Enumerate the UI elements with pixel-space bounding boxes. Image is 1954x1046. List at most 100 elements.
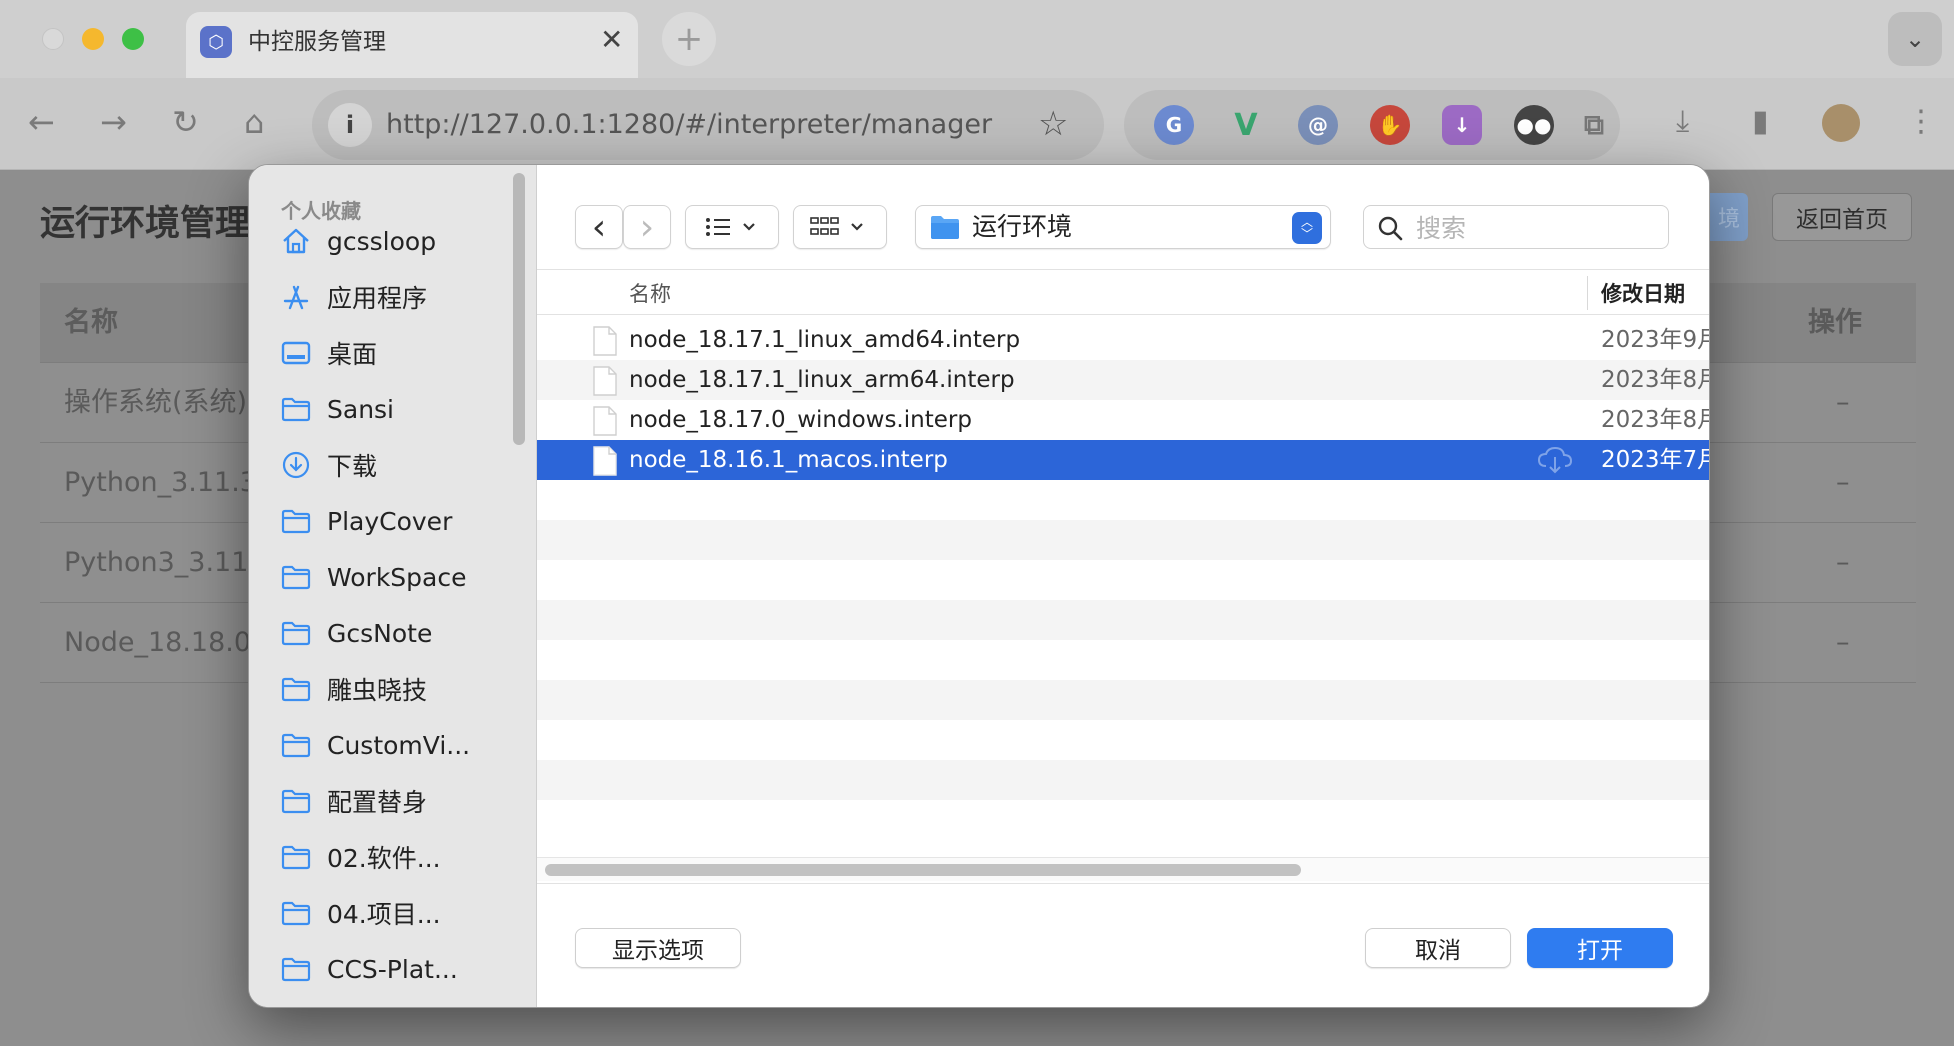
sidebar-item-software[interactable]: 02.软件... xyxy=(279,835,519,879)
folder-icon xyxy=(279,728,313,762)
row-action: – xyxy=(1836,547,1850,578)
dialog-forward-button[interactable]: › xyxy=(623,205,671,249)
row-name: Python3_3.11.3 xyxy=(64,547,275,578)
document-icon xyxy=(593,326,617,356)
horizontal-scrollbar[interactable] xyxy=(537,857,1709,881)
tab-close-icon[interactable]: ✕ xyxy=(600,22,623,58)
group-view-button[interactable] xyxy=(793,205,887,249)
empty-row xyxy=(537,520,1709,560)
file-date: 2023年9月 xyxy=(1601,327,1710,353)
sidebar-item-sansi[interactable]: Sansi xyxy=(279,387,519,431)
column-date-header[interactable]: 修改日期 xyxy=(1601,278,1685,308)
browser-toolbar: ← → ↻ ⌂ i http://127.0.0.1:1280/#/interp… xyxy=(0,78,1954,170)
sidebar-item-config[interactable]: 配置替身 xyxy=(279,779,519,823)
file-list: node_18.17.1_linux_amd64.interp 2023年9月 … xyxy=(537,320,1710,840)
sidebar-item-gcsnote[interactable]: GcsNote xyxy=(279,611,519,655)
desktop-icon xyxy=(279,336,313,370)
empty-row xyxy=(537,680,1709,720)
tampermonkey-icon[interactable]: ●● xyxy=(1514,105,1554,145)
browser-tab-bar: ⬡ 中控服务管理 ✕ + ⌄ xyxy=(0,0,1954,78)
sidebar-item-label: 桌面 xyxy=(327,340,378,369)
download-extension-icon[interactable]: ↓ xyxy=(1442,105,1482,145)
window-close-button[interactable] xyxy=(42,28,64,50)
translate-extension-icon[interactable]: G xyxy=(1154,105,1194,145)
window-maximize-button[interactable] xyxy=(122,28,144,50)
search-input[interactable] xyxy=(1416,212,1656,244)
sidebar-item-applications[interactable]: 应用程序 xyxy=(279,275,519,319)
sidebar-item-projects[interactable]: 04.项目... xyxy=(279,891,519,935)
column-name-header: 名称 xyxy=(64,307,118,338)
browser-tab[interactable]: ⬡ 中控服务管理 ✕ xyxy=(186,12,638,78)
document-icon xyxy=(593,366,617,396)
vue-devtools-icon[interactable]: V xyxy=(1226,105,1266,145)
forward-arrow-icon[interactable]: → xyxy=(100,102,127,142)
sidebar-item-label: 下载 xyxy=(327,452,378,481)
list-view-button[interactable] xyxy=(685,205,779,249)
document-icon xyxy=(593,446,617,476)
back-home-button[interactable]: 返回首页 xyxy=(1772,193,1912,241)
sidebar-item-label: 02.软件... xyxy=(327,844,441,873)
show-options-button[interactable]: 显示选项 xyxy=(575,928,741,968)
back-arrow-icon[interactable]: ← xyxy=(28,102,55,142)
grid-view-icon xyxy=(810,217,863,235)
home-icon[interactable]: ⌂ xyxy=(244,102,264,142)
sidebar-item-label: GcsNote xyxy=(327,618,433,648)
tab-search-button[interactable]: ⌄ xyxy=(1888,12,1942,66)
bookmark-star-icon[interactable]: ☆ xyxy=(1038,104,1068,144)
row-action: – xyxy=(1836,387,1850,418)
folder-icon xyxy=(279,504,313,538)
downloads-icon[interactable]: ⤓ xyxy=(1676,102,1689,142)
profile-avatar[interactable] xyxy=(1822,104,1860,142)
sidebar-item-diaochong[interactable]: 雕虫晓技 xyxy=(279,667,519,711)
file-row-selected[interactable]: node_18.16.1_macos.interp 2023年7月 xyxy=(537,440,1710,480)
file-open-dialog: 个人收藏 gcssloop 应用程序 桌面 Sansi 下载 PlayCover… xyxy=(248,164,1710,1008)
file-name: node_18.17.1_linux_arm64.interp xyxy=(629,367,1015,393)
new-tab-button[interactable]: + xyxy=(662,12,716,66)
file-row[interactable]: node_18.17.1_linux_amd64.interp 2023年9月 xyxy=(537,320,1710,360)
file-row[interactable]: node_18.17.1_linux_arm64.interp 2023年8月 xyxy=(537,360,1709,400)
sidebar-item-label: CustomVi... xyxy=(327,730,471,760)
reload-icon[interactable]: ↻ xyxy=(172,102,199,142)
cloud-download-icon[interactable] xyxy=(1537,446,1573,474)
folder-icon xyxy=(279,672,313,706)
location-stepper-icon[interactable]: ︿ ﹀ xyxy=(1292,212,1322,244)
tab-favicon-icon: ⬡ xyxy=(200,26,232,58)
empty-row xyxy=(537,720,1709,760)
applications-icon xyxy=(279,280,313,314)
tab-title: 中控服务管理 xyxy=(248,29,386,55)
sidebar-item-workspace[interactable]: WorkSpace xyxy=(279,555,519,599)
address-bar[interactable]: i http://127.0.0.1:1280/#/interpreter/ma… xyxy=(312,90,1104,160)
empty-row xyxy=(537,640,1709,680)
empty-row xyxy=(537,480,1709,520)
search-field[interactable] xyxy=(1363,205,1669,249)
more-menu-icon[interactable]: ⋮ xyxy=(1906,102,1936,142)
lock-extension-icon[interactable]: @ xyxy=(1298,105,1338,145)
sidebar-item-customvi[interactable]: CustomVi... xyxy=(279,723,519,767)
sidebar-item-downloads[interactable]: 下载 xyxy=(279,443,519,487)
sidebar-item-label: WorkSpace xyxy=(327,562,467,592)
file-date: 2023年7月 xyxy=(1601,447,1710,473)
url-text[interactable]: http://127.0.0.1:1280/#/interpreter/mana… xyxy=(386,108,992,142)
location-popup[interactable]: 运行环境 ︿ ﹀ xyxy=(915,205,1331,249)
extensions-puzzle-icon[interactable]: ⧉ xyxy=(1574,105,1614,145)
folder-icon xyxy=(279,784,313,818)
file-row[interactable]: node_18.17.0_windows.interp 2023年8月 xyxy=(537,400,1709,440)
sidebar-item-ccs-plat[interactable]: CCS-Plat... xyxy=(279,947,519,991)
dialog-back-button[interactable]: ‹ xyxy=(575,205,623,249)
sidebar-item-label: CCS-Plat... xyxy=(327,954,458,984)
adblock-icon[interactable]: ✋ xyxy=(1370,105,1410,145)
sidebar-item-home[interactable]: gcssloop xyxy=(279,219,519,263)
open-button[interactable]: 打开 xyxy=(1527,928,1673,968)
dialog-sidebar: 个人收藏 gcssloop 应用程序 桌面 Sansi 下载 PlayCover… xyxy=(249,165,537,1007)
empty-row xyxy=(537,600,1709,640)
column-divider[interactable] xyxy=(1587,276,1588,310)
sidebar-item-desktop[interactable]: 桌面 xyxy=(279,331,519,375)
scrollbar-thumb[interactable] xyxy=(545,864,1301,876)
sidebar-item-label: 应用程序 xyxy=(327,284,428,313)
column-name-header[interactable]: 名称 xyxy=(629,278,671,308)
side-panel-icon[interactable]: ▮ xyxy=(1752,102,1769,142)
site-info-icon[interactable]: i xyxy=(328,103,372,147)
cancel-button[interactable]: 取消 xyxy=(1365,928,1511,968)
window-minimize-button[interactable] xyxy=(82,28,104,50)
sidebar-item-playcover[interactable]: PlayCover xyxy=(279,499,519,543)
